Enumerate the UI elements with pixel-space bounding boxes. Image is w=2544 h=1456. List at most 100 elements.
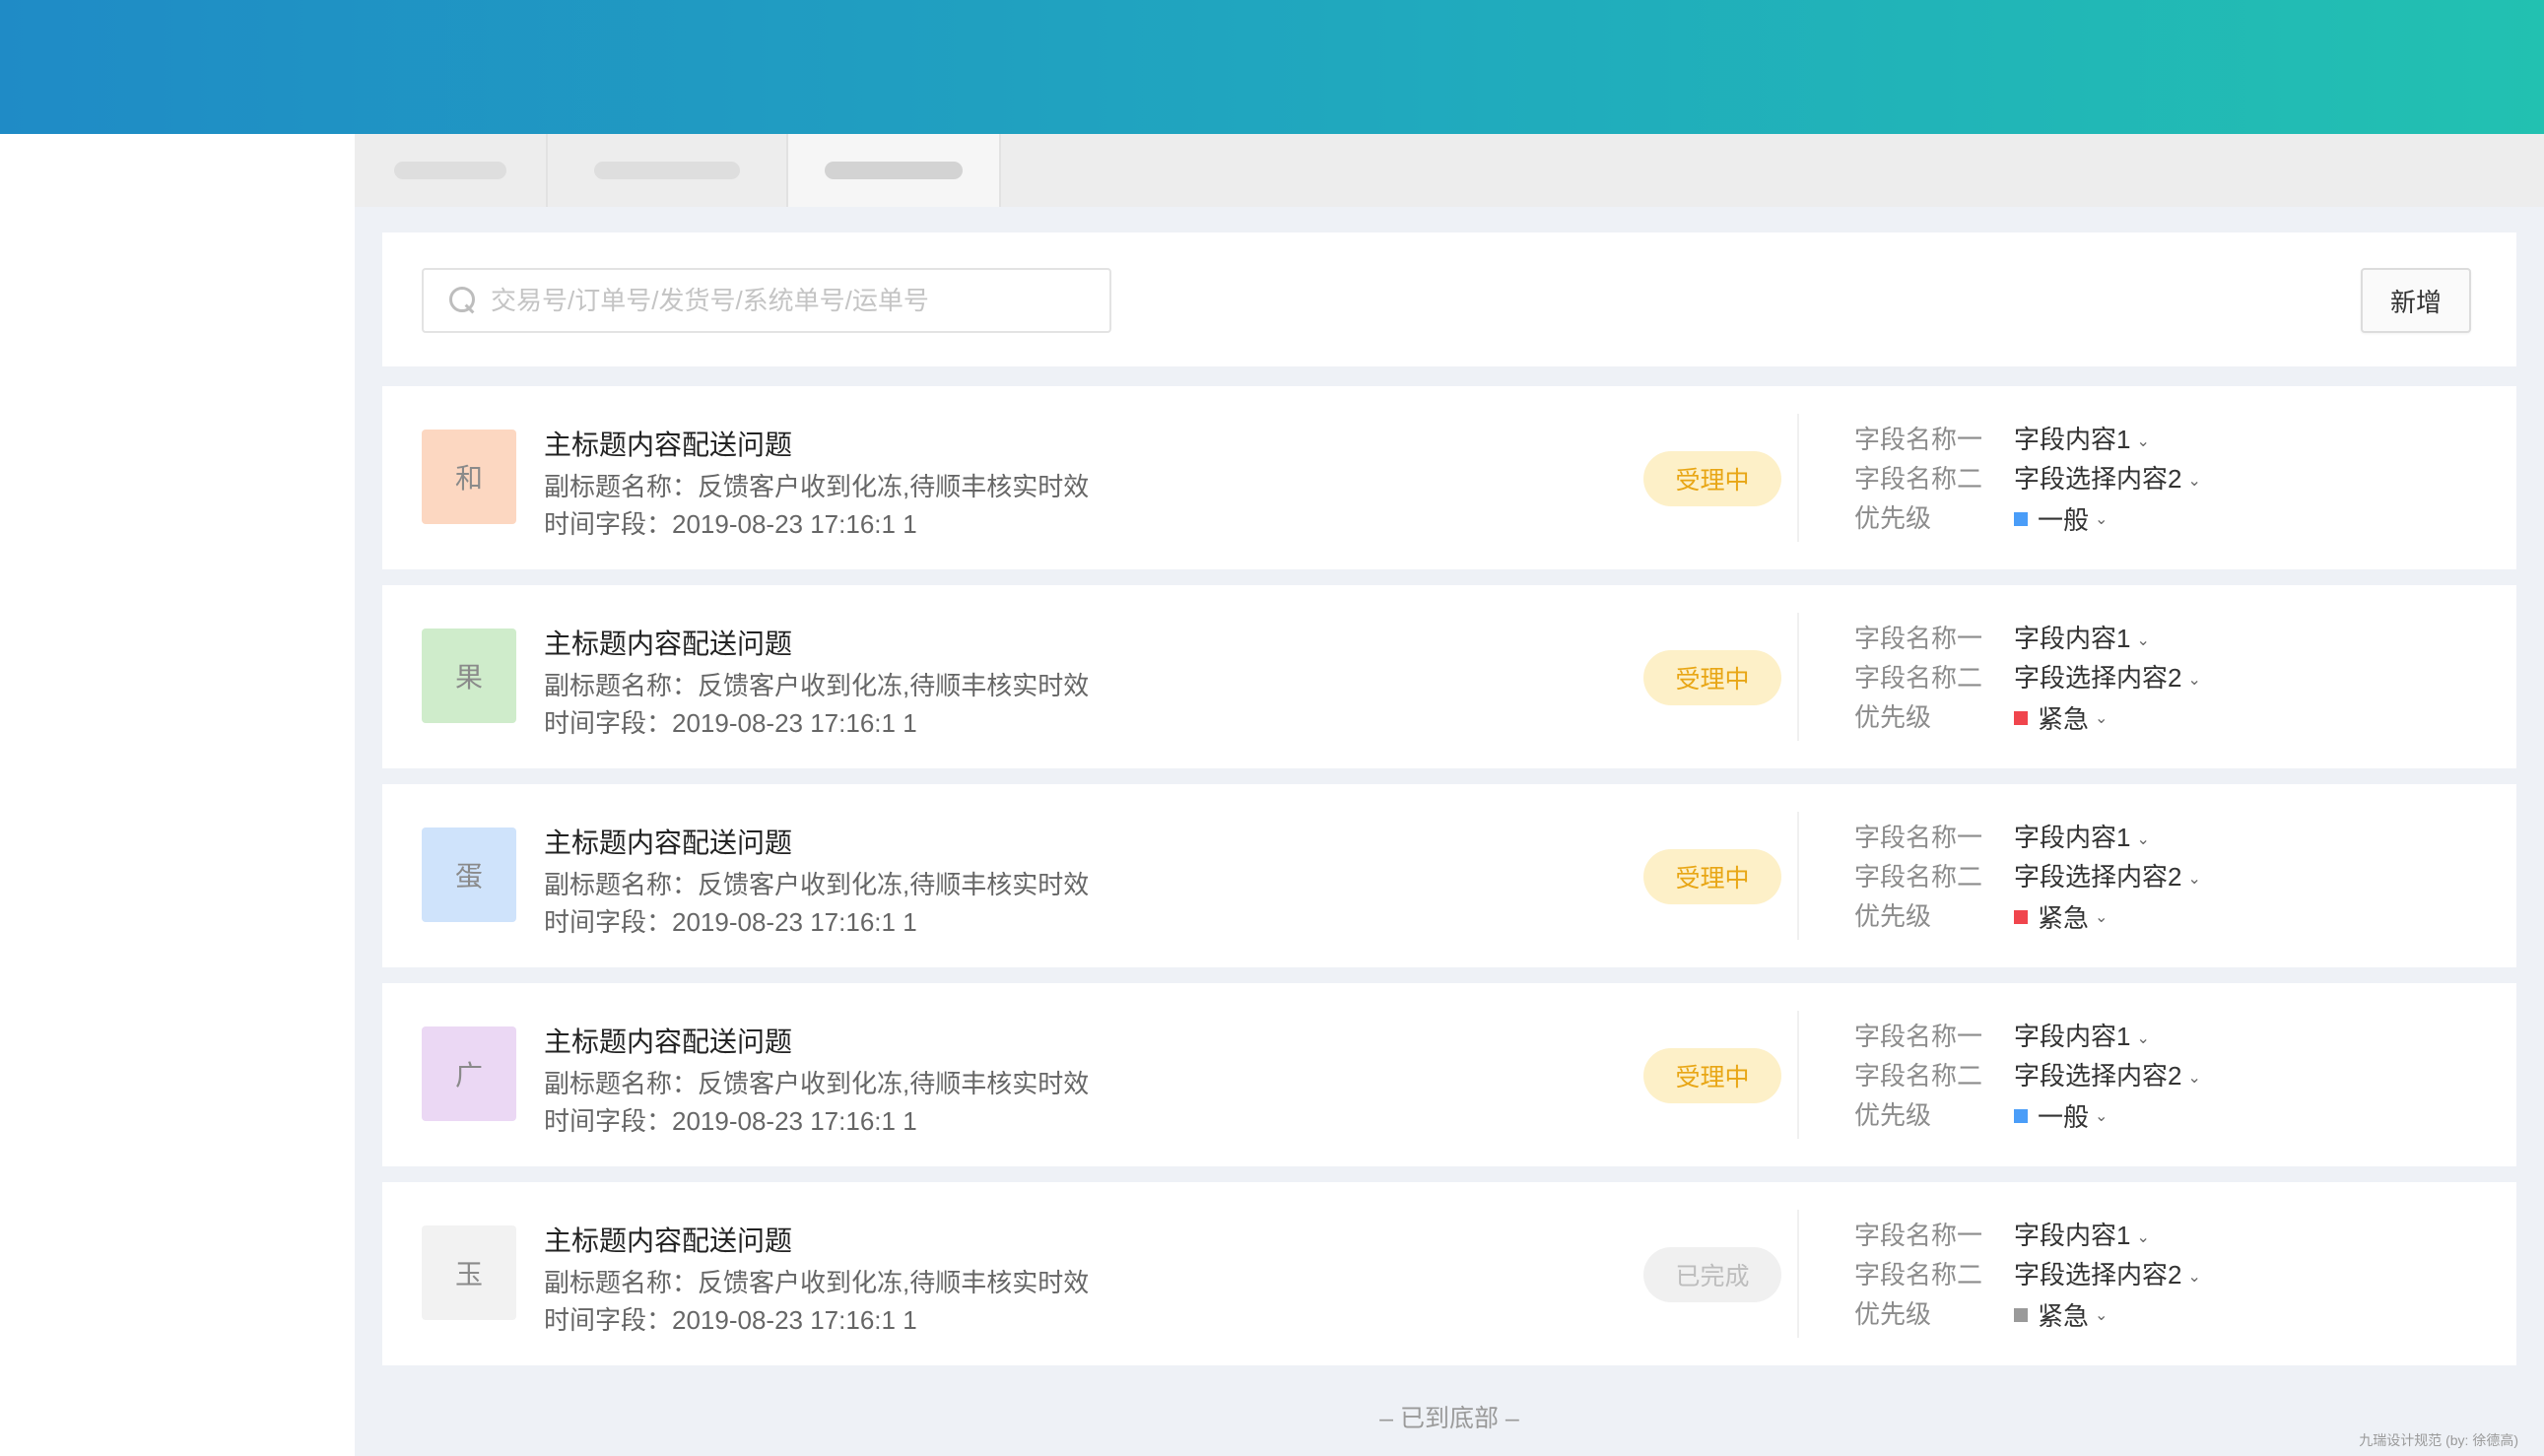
field1-select[interactable]: 字段内容1 ⌄ (2014, 818, 2150, 854)
field1-value: 字段内容1 (2014, 823, 2131, 852)
priority-select[interactable]: 一般 ⌄ (2014, 500, 2108, 537)
tab-2-label-placeholder (594, 162, 740, 179)
card-time: 时间字段：2019-08-23 17:16:1 1 (544, 1106, 917, 1136)
field2-value: 字段选择内容2 (2014, 663, 2182, 693)
tab-2[interactable] (548, 134, 786, 207)
card-title: 主标题内容配送问题 (544, 1225, 793, 1256)
priority-select[interactable]: 一般 ⌄ (2014, 1097, 2108, 1134)
card-time: 时间字段：2019-08-23 17:16:1 1 (544, 1305, 917, 1335)
priority-select[interactable]: 紧急 ⌄ (2014, 898, 2108, 935)
field2-value: 字段选择内容2 (2014, 1260, 2182, 1290)
field1-label: 字段名称一 (1854, 624, 1983, 653)
chevron-down-icon: ⌄ (2095, 510, 2109, 528)
field1-select[interactable]: 字段内容1 ⌄ (2014, 619, 2150, 655)
field2-select[interactable]: 字段选择内容2 ⌄ (2014, 459, 2201, 496)
priority-dot (2014, 1108, 2028, 1123)
search-input[interactable] (491, 285, 1082, 316)
ticket-card[interactable]: 玉 主标题内容配送问题 副标题名称：反馈客户收到化冻,待顺丰核实时效 时间字段：… (382, 1182, 2516, 1365)
field1-label: 字段名称一 (1854, 1221, 1983, 1250)
status-badge: 受理中 (1643, 451, 1781, 506)
chevron-down-icon: ⌄ (2136, 632, 2150, 650)
field1-value: 字段内容1 (2014, 624, 2131, 653)
priority-value: 紧急 (2038, 1301, 2090, 1331)
card-divider (1797, 1210, 1799, 1338)
status-badge: 受理中 (1643, 1048, 1781, 1103)
priority-value: 一般 (2038, 1102, 2090, 1132)
card-title: 主标题内容配送问题 (544, 430, 793, 460)
field2-label: 字段名称二 (1854, 1061, 1983, 1091)
chevron-down-icon: ⌄ (2187, 473, 2201, 491)
ticket-card[interactable]: 果 主标题内容配送问题 副标题名称：反馈客户收到化冻,待顺丰核实时效 时间字段：… (382, 585, 2516, 768)
avatar: 果 (422, 629, 516, 723)
tab-bar (355, 134, 2544, 207)
tab-1-label-placeholder (394, 162, 506, 179)
field2-label: 字段名称二 (1854, 862, 1983, 892)
field1-label: 字段名称一 (1854, 823, 1983, 852)
card-subtitle: 副标题名称：反馈客户收到化冻,待顺丰核实时效 (544, 1268, 1090, 1297)
priority-label: 优先级 (1854, 901, 1932, 931)
field1-select[interactable]: 字段内容1 ⌄ (2014, 420, 2150, 456)
card-divider (1797, 613, 1799, 741)
priority-label: 优先级 (1854, 503, 1932, 533)
status-badge: 已完成 (1643, 1247, 1781, 1302)
field2-value: 字段选择内容2 (2014, 862, 2182, 892)
field1-select[interactable]: 字段内容1 ⌄ (2014, 1017, 2150, 1053)
card-subtitle: 副标题名称：反馈客户收到化冻,待顺丰核实时效 (544, 472, 1090, 501)
tab-3-label-placeholder (825, 162, 963, 179)
search-panel: 新增 (382, 232, 2516, 366)
tab-divider (999, 134, 1001, 207)
field2-select[interactable]: 字段选择内容2 ⌄ (2014, 857, 2201, 893)
priority-dot (2014, 511, 2028, 526)
card-divider (1797, 414, 1799, 542)
chevron-down-icon: ⌄ (2095, 908, 2109, 926)
tab-3-active[interactable] (788, 134, 999, 207)
field1-select[interactable]: 字段内容1 ⌄ (2014, 1216, 2150, 1252)
card-title: 主标题内容配送问题 (544, 629, 793, 659)
field2-value: 字段选择内容2 (2014, 1061, 2182, 1091)
field2-label: 字段名称二 (1854, 464, 1983, 494)
chevron-down-icon: ⌄ (2136, 831, 2150, 849)
priority-label: 优先级 (1854, 1299, 1932, 1329)
design-credit: 九瑞设计规范 (by: 徐德高) (2359, 1432, 2518, 1448)
card-time: 时间字段：2019-08-23 17:16:1 1 (544, 907, 917, 937)
chevron-down-icon: ⌄ (2187, 1070, 2201, 1088)
chevron-down-icon: ⌄ (2095, 709, 2109, 727)
field2-label: 字段名称二 (1854, 663, 1983, 693)
chevron-down-icon: ⌄ (2136, 1229, 2150, 1247)
avatar: 玉 (422, 1225, 516, 1320)
card-subtitle: 副标题名称：反馈客户收到化冻,待顺丰核实时效 (544, 671, 1090, 700)
field2-select[interactable]: 字段选择内容2 ⌄ (2014, 658, 2201, 695)
avatar: 广 (422, 1026, 516, 1121)
chevron-down-icon: ⌄ (2095, 1107, 2109, 1125)
ticket-card[interactable]: 和 主标题内容配送问题 副标题名称：反馈客户收到化冻,待顺丰核实时效 时间字段：… (382, 386, 2516, 569)
card-time: 时间字段：2019-08-23 17:16:1 1 (544, 708, 917, 738)
priority-select[interactable]: 紧急 ⌄ (2014, 1296, 2108, 1333)
ticket-card[interactable]: 广 主标题内容配送问题 副标题名称：反馈客户收到化冻,待顺丰核实时效 时间字段：… (382, 983, 2516, 1166)
search-box[interactable] (422, 268, 1111, 333)
field1-value: 字段内容1 (2014, 425, 2131, 454)
chevron-down-icon: ⌄ (2136, 1030, 2150, 1048)
field2-select[interactable]: 字段选择内容2 ⌄ (2014, 1255, 2201, 1291)
priority-dot (2014, 710, 2028, 725)
card-divider (1797, 1011, 1799, 1139)
priority-label: 优先级 (1854, 702, 1932, 732)
field1-value: 字段内容1 (2014, 1221, 2131, 1250)
card-subtitle: 副标题名称：反馈客户收到化冻,待顺丰核实时效 (544, 1069, 1090, 1098)
search-icon (449, 287, 477, 314)
tab-1[interactable] (355, 134, 546, 207)
end-of-list-text: – 已到底部 – (1379, 1405, 1519, 1432)
chevron-down-icon: ⌄ (2187, 1269, 2201, 1287)
field1-label: 字段名称一 (1854, 1022, 1983, 1051)
priority-select[interactable]: 紧急 ⌄ (2014, 699, 2108, 736)
chevron-down-icon: ⌄ (2136, 433, 2150, 451)
chevron-down-icon: ⌄ (2187, 672, 2201, 690)
add-button[interactable]: 新增 (2361, 268, 2471, 333)
avatar: 蛋 (422, 827, 516, 922)
chevron-down-icon: ⌄ (2095, 1306, 2109, 1324)
field2-label: 字段名称二 (1854, 1260, 1983, 1290)
priority-value: 紧急 (2038, 704, 2090, 734)
ticket-card[interactable]: 蛋 主标题内容配送问题 副标题名称：反馈客户收到化冻,待顺丰核实时效 时间字段：… (382, 784, 2516, 967)
chevron-down-icon: ⌄ (2187, 871, 2201, 889)
priority-dot (2014, 909, 2028, 924)
field2-select[interactable]: 字段选择内容2 ⌄ (2014, 1056, 2201, 1092)
